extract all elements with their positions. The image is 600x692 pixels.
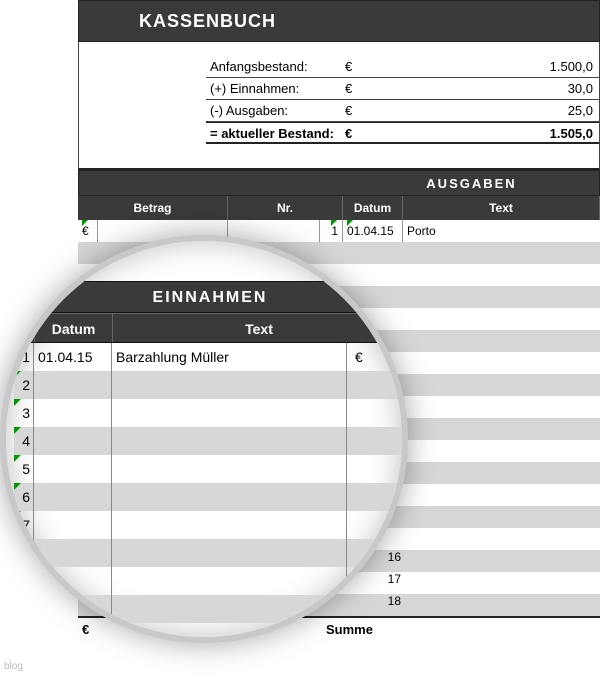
sheet-title: KASSENBUCH <box>79 7 599 35</box>
summary-val-0: 1.500,0 <box>411 56 599 78</box>
col-betrag: Betrag <box>78 196 228 220</box>
summary-label-1: (+) Einnahmen: <box>206 78 341 100</box>
lens-col-head: Datum Text <box>14 313 406 343</box>
col-nr: Nr. <box>228 196 343 220</box>
lens-col-datum: Datum <box>35 314 113 342</box>
bg-row1-date: 01.04.15 <box>347 224 394 238</box>
lens-r5-n: 5 <box>22 461 30 477</box>
ausgaben-header-row: AUSGABEN <box>78 170 600 196</box>
summary-val-1: 30,0 <box>411 78 599 100</box>
lens-r7-n: 7 <box>22 517 30 533</box>
magnifier-lens: EINNAHMEN Datum Text 1 01.04.15 Barzahlu… <box>0 235 408 643</box>
summary-val-3: 1.505,0 <box>411 122 599 144</box>
column-head-row: Betrag Nr. Datum Text <box>78 196 600 220</box>
lens-title: EINNAHMEN <box>14 281 406 313</box>
lens-r8-n: 8 <box>22 545 30 561</box>
bg-row-1: € 1 01.04.15 Porto <box>78 220 600 242</box>
lens-r2-n: 2 <box>22 377 30 393</box>
lens-row-10 <box>14 595 406 623</box>
lens-r4-n: 4 <box>22 433 30 449</box>
lens-row-8: 8 <box>14 539 406 567</box>
lens-r1-date: 01.04.15 <box>34 343 112 371</box>
lens-row-2: 2 <box>14 371 406 399</box>
lens-row-1: 1 01.04.15 Barzahlung Müller € <box>14 343 406 371</box>
lens-row-5: 5 <box>14 455 406 483</box>
lens-r1-n: 1 <box>22 349 30 365</box>
lens-row-6: 6 <box>14 483 406 511</box>
title-bar: KASSENBUCH <box>78 0 600 42</box>
lens-row-3: 3 <box>14 399 406 427</box>
summary-cur-0: € <box>341 56 411 78</box>
lens-col-text: Text <box>113 314 405 342</box>
lens-r3-n: 3 <box>22 405 30 421</box>
lens-row-7: 7 <box>14 511 406 539</box>
lens-r1-cur: € <box>347 343 406 371</box>
col-text: Text <box>403 196 600 220</box>
bg-row1-nr: 1 <box>331 224 338 238</box>
bg-row1-text: Porto <box>403 220 600 242</box>
summary-label-3: = aktueller Bestand: <box>206 122 341 144</box>
summary-cur-2: € <box>341 100 411 122</box>
lens-r1-text: Barzahlung Müller <box>112 343 347 371</box>
watermark-text: blog <box>4 661 23 672</box>
col-datum: Datum <box>343 196 403 220</box>
ausgaben-header: AUSGABEN <box>344 171 599 195</box>
summary-block: Anfangsbestand: € 1.500,0 (+) Einnahmen:… <box>78 42 600 144</box>
lens-r6-n: 6 <box>22 489 30 505</box>
bg-row1-cur: € <box>82 224 89 238</box>
summary-label-0: Anfangsbestand: <box>206 56 341 78</box>
summary-cur-1: € <box>341 78 411 100</box>
summary-label-2: (-) Ausgaben: <box>206 100 341 122</box>
summary-cur-3: € <box>341 122 411 144</box>
lens-row-9 <box>14 567 406 595</box>
summary-val-2: 25,0 <box>411 100 599 122</box>
lens-row-4: 4 <box>14 427 406 455</box>
